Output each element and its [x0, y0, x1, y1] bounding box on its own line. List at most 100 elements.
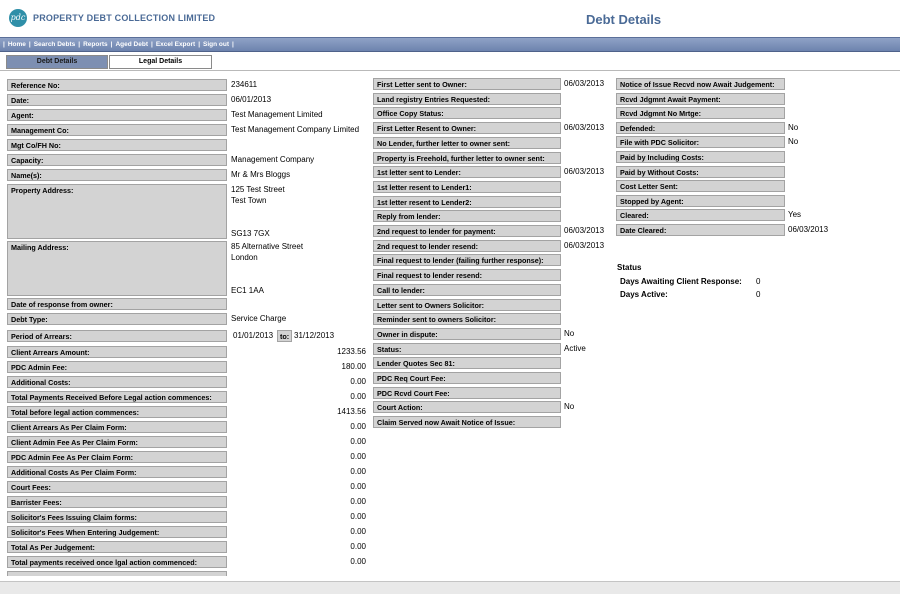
field-value: 06/03/2013	[564, 226, 605, 235]
header: pdc PROPERTY DEBT COLLECTION LIMITED Deb…	[0, 0, 900, 37]
field-label: Name(s):	[7, 169, 227, 181]
amount-label: PDC Admin Fee As Per Claim Form:	[7, 451, 227, 463]
amount-label: Barrister Fees:	[7, 496, 227, 508]
field-label: 1st letter resent to Lender2:	[373, 195, 561, 208]
nav-excel-export[interactable]: Excel Export	[156, 38, 195, 51]
field-value: No	[788, 137, 799, 147]
days-awaiting-label: Days Awaiting Client Response:	[620, 277, 742, 286]
field-label: 1st letter sent to Lender:	[373, 166, 561, 179]
company-name: PROPERTY DEBT COLLECTION LIMITED	[33, 13, 216, 23]
field-label: Cleared:	[616, 209, 785, 222]
field-label: Rcvd Jdgmnt No Mrtge:	[616, 107, 785, 120]
amount-label: Court Fees:	[7, 481, 227, 493]
amount-label: PDC Admin Fee:	[7, 361, 227, 373]
property-address-line: 125 Test Street	[231, 185, 285, 194]
amount-label: Total before legal action commences:	[7, 406, 227, 418]
nav-aged-debt[interactable]: Aged Debt	[115, 38, 148, 51]
field-label: Date:	[7, 94, 227, 106]
field-value: No	[564, 328, 575, 338]
nav-separator: |	[3, 41, 5, 48]
field-label: Land registry Entries Requested:	[373, 92, 561, 105]
days-awaiting-value: 0	[756, 277, 761, 286]
amount-value: 0.00	[350, 452, 366, 461]
nav-separator: |	[110, 41, 113, 48]
company-logo: pdc	[9, 9, 27, 27]
field-label: Defended:	[616, 121, 785, 134]
page-title: Debt Details	[586, 12, 662, 27]
field-label: Property is Freehold, further letter to …	[373, 151, 561, 164]
nav-separator: |	[150, 41, 153, 48]
field-label: Reply from lender:	[373, 210, 561, 223]
nav-reports[interactable]: Reports	[83, 38, 108, 51]
tab-bar: Debt Details Legal Details	[0, 53, 900, 71]
field-label: Final request to lender (failing further…	[373, 254, 561, 267]
field-label: 1st letter resent to Lender1:	[373, 180, 561, 193]
window-bottom-bar	[0, 581, 900, 594]
field-label: No Lender, further letter to owner sent:	[373, 136, 561, 149]
field-label: Mgt Co/FH No:	[7, 139, 227, 151]
amount-value: 0.00	[350, 377, 366, 386]
field-label: Stopped by Agent:	[616, 194, 785, 207]
amount-label: Additional Costs As Per Claim Form:	[7, 466, 227, 478]
arrears-from-date[interactable]: 01/01/2013	[233, 331, 273, 341]
arrears-to-date[interactable]: 31/12/2013	[294, 331, 334, 341]
amount-label: Total As Per Judgement:	[7, 541, 227, 553]
property-address-line: Test Town	[231, 196, 267, 205]
field-value: Service Charge	[231, 314, 287, 323]
field-label: Owner in dispute:	[373, 327, 561, 340]
nav-search-debts[interactable]: Search Debts	[34, 38, 76, 51]
property-address-label: Property Address:	[7, 184, 227, 239]
amount-value: 0.00	[350, 527, 366, 536]
amount-label: Solicitor's Fees When Entering Judgement…	[7, 526, 227, 538]
status-section-title: Status	[617, 263, 642, 272]
field-value: 06/03/2013	[564, 79, 605, 88]
period-of-arrears-label: Period of Arrears:	[7, 330, 227, 342]
nav-separator: |	[198, 41, 201, 48]
nav-separator: |	[78, 41, 81, 48]
amount-label: Additional Costs:	[7, 376, 227, 388]
amount-label: Client Arrears As Per Claim Form:	[7, 421, 227, 433]
field-label: Court Action:	[373, 401, 561, 414]
amount-label: Total payments received once lgal action…	[7, 556, 227, 568]
amount-label: Solicitor's Fees Issuing Claim forms:	[7, 511, 227, 523]
field-label: Call to lender:	[373, 283, 561, 296]
field-label: Rcvd Jdgmnt Await Payment:	[616, 92, 785, 105]
field-label: 2nd request to lender resend:	[373, 239, 561, 252]
field-label: 2nd request to lender for payment:	[373, 225, 561, 237]
amount-value: 0.00	[350, 482, 366, 491]
field-label: Capacity:	[7, 154, 227, 166]
mailing-address-line: EC1 1AA	[231, 286, 264, 295]
amount-value: 1233.56	[337, 347, 366, 356]
field-label: Debt Type:	[7, 313, 227, 325]
field-value: 234611	[231, 80, 258, 89]
field-label: Status:	[373, 342, 561, 355]
field-label: First Letter sent to Owner:	[373, 78, 561, 90]
days-active-value: 0	[756, 290, 761, 299]
field-label: Date of response from owner:	[7, 298, 227, 310]
field-label: Paid by Without Costs:	[616, 165, 785, 178]
amount-value: 0.00	[350, 392, 366, 401]
amount-label: Client Arrears Amount:	[7, 346, 227, 358]
field-value: 06/01/2013	[231, 95, 272, 104]
field-value: Test Management Limited	[231, 110, 323, 119]
tab-debt-details[interactable]: Debt Details	[6, 55, 108, 69]
field-value: 06/03/2013	[788, 225, 829, 234]
field-label: Claim Served now Await Notice of Issue:	[373, 416, 561, 429]
amount-value: 0.00	[350, 542, 366, 551]
field-label: Reference No:	[7, 79, 227, 91]
field-label: Management Co:	[7, 124, 227, 136]
nav-separator: |	[232, 41, 234, 48]
nav-sign-out[interactable]: Sign out	[203, 38, 229, 51]
amount-value: 0.00	[350, 467, 366, 476]
nav-home[interactable]: Home	[8, 38, 26, 51]
amount-value: 0.00	[350, 497, 366, 506]
mailing-address-line: 85 Alternative Street	[231, 242, 304, 251]
field-value: Test Management Company Limited	[231, 125, 360, 134]
amount-value: 180.00	[341, 362, 366, 371]
field-value: Active	[564, 343, 586, 353]
field-label: Final request to lender resend:	[373, 269, 561, 282]
field-value: 06/03/2013	[564, 123, 605, 133]
field-label: Date Cleared:	[616, 224, 785, 236]
tab-legal-details[interactable]: Legal Details	[109, 55, 212, 69]
field-value: Management Company	[231, 155, 315, 164]
